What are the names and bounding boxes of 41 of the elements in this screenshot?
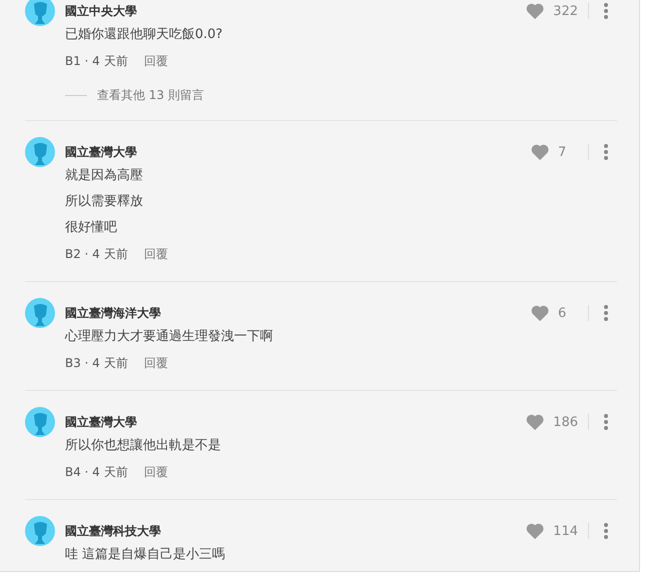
more-options-icon[interactable]	[603, 143, 609, 161]
author-name[interactable]: 國立中央大學	[65, 2, 137, 20]
user-avatar	[25, 298, 55, 328]
comment-meta: B3 · 4 天前	[65, 354, 128, 372]
comment-text: 就是因為高壓	[65, 167, 144, 185]
comment-meta: B2 · 4 天前	[65, 246, 128, 262]
comment-text: 哇 這篇是自爆自己是小三嗎	[65, 546, 226, 564]
comment-text: 已婚你還跟他聊天吃飯0.0?	[65, 26, 224, 44]
comment-text: 所以需要釋放	[65, 193, 144, 211]
more-options-icon[interactable]	[603, 2, 609, 20]
reply-link[interactable]: 回覆	[144, 464, 168, 480]
reply-link[interactable]: 回覆	[144, 354, 168, 372]
view-more-replies-link[interactable]: 查看其他 13 則留言	[97, 86, 204, 104]
comment-text: 所以你也想讓他出軌是不是	[65, 437, 222, 455]
heart-icon[interactable]	[525, 522, 546, 540]
heart-icon[interactable]	[530, 143, 550, 161]
more-options-icon[interactable]	[603, 522, 609, 540]
heart-icon[interactable]	[530, 304, 550, 322]
user-avatar	[25, 407, 55, 437]
user-avatar	[25, 0, 55, 26]
comment-meta: B1 · 4 天前	[65, 52, 128, 70]
like-count: 322	[553, 4, 578, 18]
more-options-icon[interactable]	[603, 304, 609, 322]
comment-text: 心理壓力大才要通過生理發洩一下啊	[65, 328, 274, 346]
reply-link[interactable]: 回覆	[144, 52, 168, 70]
like-count: 7	[558, 144, 568, 160]
user-avatar	[25, 137, 55, 167]
heart-icon[interactable]	[525, 2, 546, 20]
author-name[interactable]: 國立臺灣大學	[65, 144, 137, 160]
author-name[interactable]: 國立臺灣海洋大學	[65, 304, 161, 322]
like-count: 114	[553, 524, 578, 538]
reply-link[interactable]: 回覆	[144, 246, 168, 262]
user-avatar	[25, 516, 55, 546]
heart-icon[interactable]	[525, 413, 546, 431]
comment-meta: B4 · 4 天前	[65, 464, 128, 480]
author-name[interactable]: 國立臺灣科技大學	[65, 522, 161, 540]
author-name[interactable]: 國立臺灣大學	[65, 414, 137, 430]
more-options-icon[interactable]	[603, 413, 609, 431]
comment-text: 很好懂吧	[65, 219, 118, 237]
like-count: 6	[558, 306, 568, 320]
like-count: 186	[553, 414, 578, 430]
